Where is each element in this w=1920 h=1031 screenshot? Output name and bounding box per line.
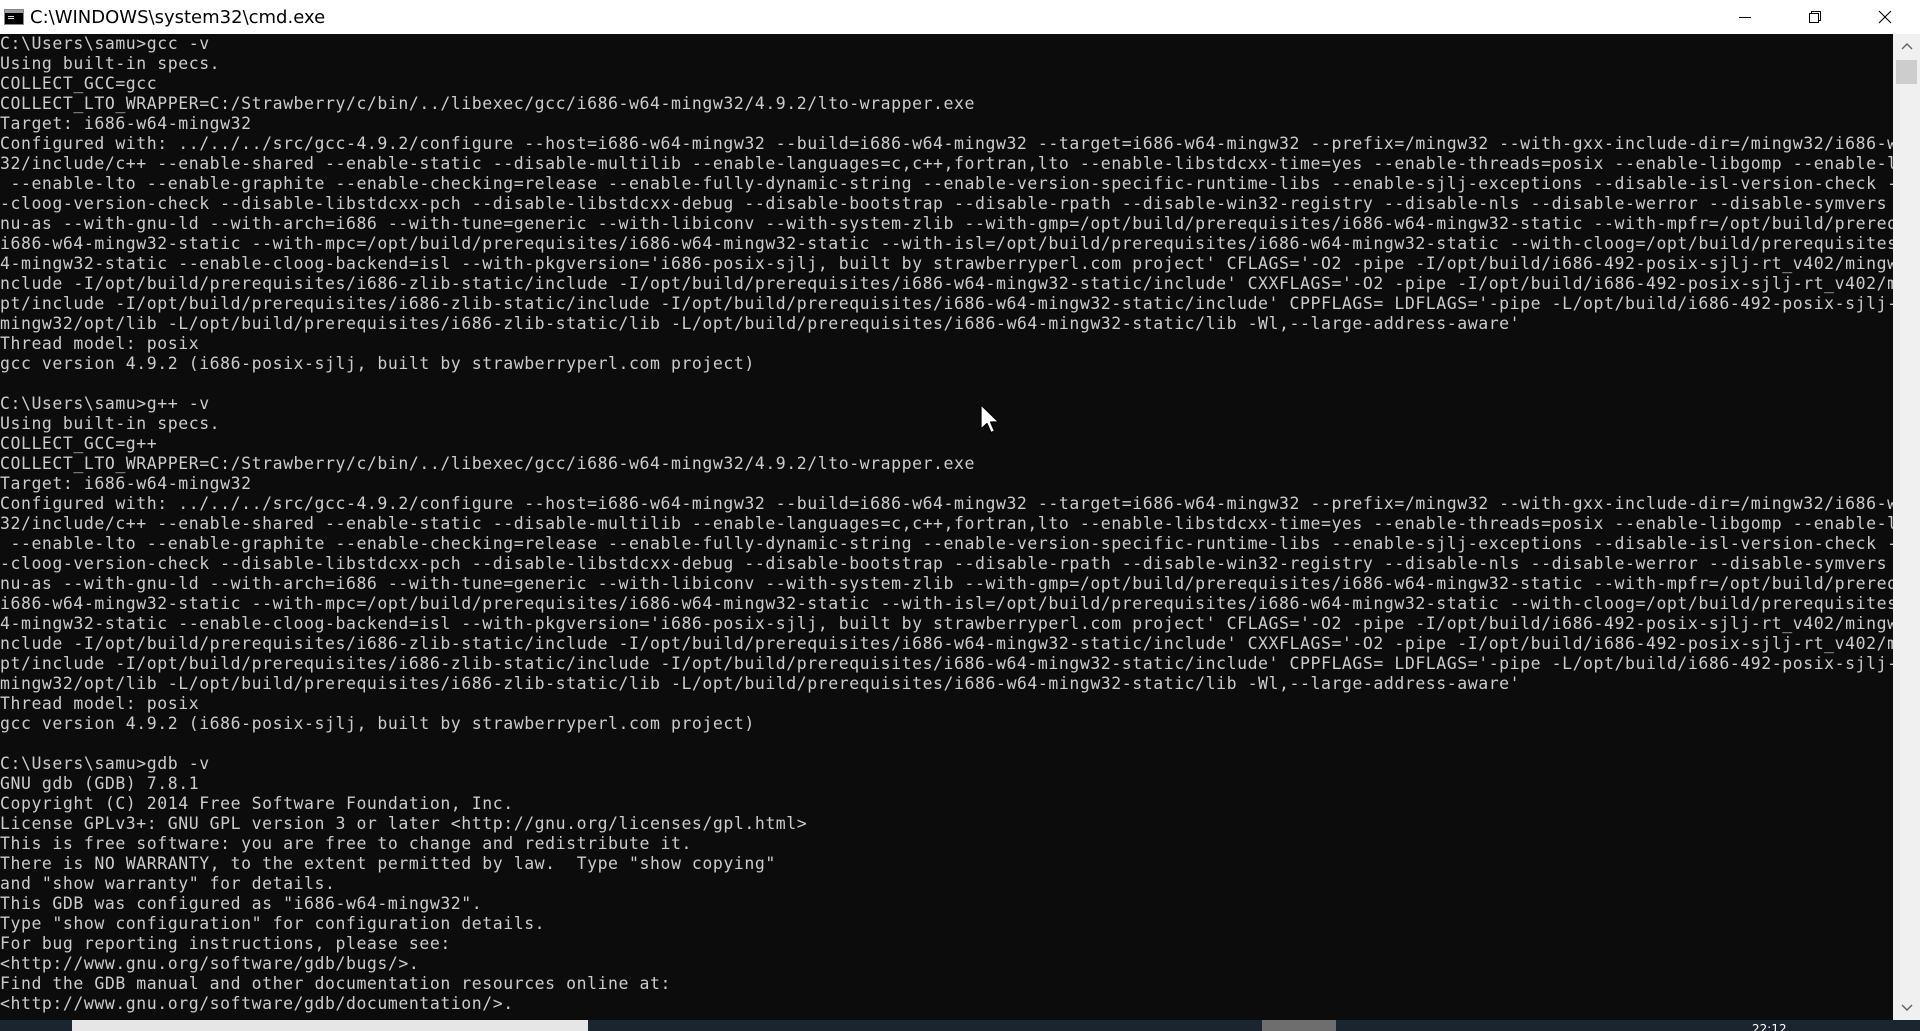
console-line: Type "show configuration" for configurat…	[0, 914, 546, 933]
console-line: gcc version 4.9.2 (i686-posix-sjlj, buil…	[0, 354, 755, 373]
console-icon	[4, 9, 24, 25]
console-line: For bug reporting instructions, please s…	[0, 934, 451, 953]
console-line: mingw32/opt/lib -L/opt/build/prerequisit…	[0, 314, 1521, 333]
console-lines: C:\Users\samu>gcc -v Using built-in specs…	[0, 34, 1893, 1014]
title-bar[interactable]: C:\WINDOWS\system32\cmd.exe	[0, 0, 1920, 34]
console-line: Find the GDB manual and other documentat…	[0, 974, 671, 993]
console-line: GNU gdb (GDB) 7.8.1	[0, 774, 200, 793]
console-line: Configured with: ../../../src/gcc-4.9.2/…	[0, 494, 1893, 513]
console-output[interactable]: C:\Users\samu>gcc -v Using built-in specs…	[0, 34, 1893, 1020]
minimize-icon	[1739, 17, 1751, 18]
console-line: C:\Users\samu>g++ -v	[0, 394, 210, 413]
console-line: Thread model: posix	[0, 334, 200, 353]
restore-button[interactable]	[1780, 0, 1850, 34]
mouse-pointer-icon	[980, 404, 1000, 434]
restore-icon	[1809, 11, 1821, 23]
console-line: 32/include/c++ --enable-shared --enable-…	[0, 514, 1893, 533]
console-line: pt/include -I/opt/build/prerequisites/i6…	[0, 654, 1893, 673]
console-line: --enable-lto --enable-graphite --enable-…	[0, 174, 1893, 193]
console-line: COLLECT_GCC=g++	[0, 434, 158, 453]
console-line: nclude -I/opt/build/prerequisites/i686-z…	[0, 274, 1893, 293]
cmd-window: C:\WINDOWS\system32\cmd.exe C:\Users\sam…	[0, 0, 1920, 1031]
console-line: 4-mingw32-static --enable-cloog-backend=…	[0, 614, 1893, 633]
console-line: Using built-in specs.	[0, 414, 221, 433]
console-line: -cloog-version-check --disable-libstdcxx…	[0, 554, 1893, 573]
console-line: Copyright (C) 2014 Free Software Foundat…	[0, 794, 514, 813]
console-line: COLLECT_LTO_WRAPPER=C:/Strawberry/c/bin/…	[0, 94, 975, 113]
console-line: Target: i686-w64-mingw32	[0, 114, 252, 133]
taskbar-clock[interactable]: 22:12	[1752, 1021, 1787, 1031]
console-line: nu-as --with-gnu-ld --with-arch=i686 --w…	[0, 214, 1893, 233]
console-line: nclude -I/opt/build/prerequisites/i686-z…	[0, 634, 1893, 653]
console-line: i686-w64-mingw32-static --with-mpc=/opt/…	[0, 594, 1893, 613]
arrow-up-icon	[1901, 43, 1912, 50]
console-line: <http://www.gnu.org/software/gdb/bugs/>.	[0, 954, 420, 973]
console-line: mingw32/opt/lib -L/opt/build/prerequisit…	[0, 674, 1521, 693]
scroll-down-button[interactable]	[1893, 996, 1920, 1020]
minimize-button[interactable]	[1710, 0, 1780, 34]
vertical-scrollbar[interactable]	[1893, 34, 1920, 1020]
taskbar: 22:12	[0, 1020, 1920, 1031]
close-button[interactable]	[1850, 0, 1920, 34]
caption-buttons	[1710, 0, 1920, 34]
window-title: C:\WINDOWS\system32\cmd.exe	[30, 6, 326, 28]
console-line: License GPLv3+: GNU GPL version 3 or lat…	[0, 814, 808, 833]
console-line: and "show warranty" for details.	[0, 874, 336, 893]
console-line: <http://www.gnu.org/software/gdb/documen…	[0, 994, 514, 1013]
console-line: Configured with: ../../../src/gcc-4.9.2/…	[0, 134, 1893, 153]
console-line: i686-w64-mingw32-static --with-mpc=/opt/…	[0, 234, 1893, 253]
console-line: 32/include/c++ --enable-shared --enable-…	[0, 154, 1893, 173]
arrow-down-icon	[1901, 1004, 1912, 1011]
console-line: -cloog-version-check --disable-libstdcxx…	[0, 194, 1893, 213]
taskbar-search-box[interactable]	[72, 1020, 588, 1031]
console-line: C:\Users\samu>gdb -v	[0, 754, 210, 773]
taskbar-app-button[interactable]	[1262, 1020, 1336, 1031]
console-line: --enable-lto --enable-graphite --enable-…	[0, 534, 1893, 553]
console-line: 4-mingw32-static --enable-cloog-backend=…	[0, 254, 1893, 273]
scroll-up-button[interactable]	[1893, 34, 1920, 58]
console-line: This GDB was configured as "i686-w64-min…	[0, 894, 483, 913]
console-line: There is NO WARRANTY, to the extent perm…	[0, 854, 776, 873]
console-line: COLLECT_LTO_WRAPPER=C:/Strawberry/c/bin/…	[0, 454, 975, 473]
console-line: This is free software: you are free to c…	[0, 834, 692, 853]
console-line: COLLECT_GCC=gcc	[0, 74, 158, 93]
console-line: C:\Users\samu>gcc -v	[0, 34, 210, 53]
console-line: pt/include -I/opt/build/prerequisites/i6…	[0, 294, 1893, 313]
close-icon	[1878, 10, 1892, 24]
console-line: gcc version 4.9.2 (i686-posix-sjlj, buil…	[0, 714, 755, 733]
console-line: Thread model: posix	[0, 694, 200, 713]
console-line: Using built-in specs.	[0, 54, 221, 73]
console-line: nu-as --with-gnu-ld --with-arch=i686 --w…	[0, 574, 1893, 593]
scroll-thumb[interactable]	[1896, 60, 1917, 84]
console-line: Target: i686-w64-mingw32	[0, 474, 252, 493]
